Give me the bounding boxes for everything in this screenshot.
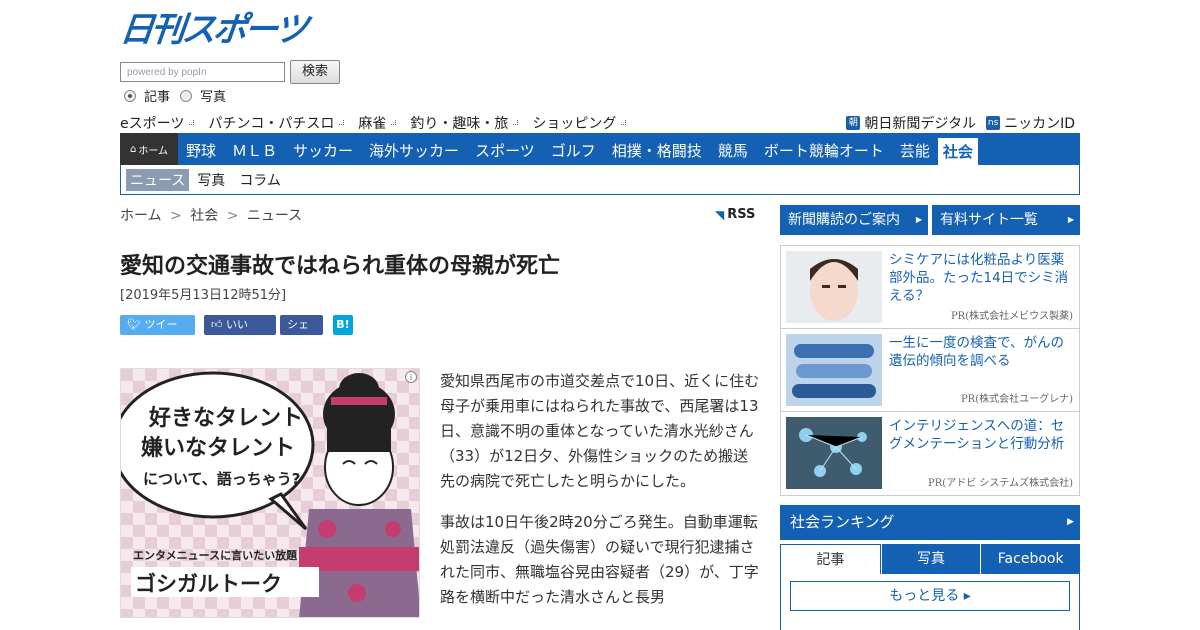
pr-credit: PR(アドビ システムズ株式会社) <box>928 478 1073 489</box>
article-title: 愛知の交通事故ではねられ重体の母親が死亡 <box>120 254 561 279</box>
facebook-like-button[interactable]: 👍︎ いいね！ <box>204 315 276 351</box>
tab-articles[interactable]: 記事 <box>780 544 881 574</box>
society-ranking-header[interactable]: 社会ランキング <box>780 505 1080 540</box>
pr-thumbnail-network <box>786 417 882 489</box>
nav-item-sports[interactable]: スポーツ <box>467 133 543 165</box>
tab-photos[interactable]: 写真 <box>881 544 981 574</box>
pr-title[interactable]: シミケアには化粧品より医薬部外品。たった14日でシミ消える？ <box>889 251 1075 305</box>
radio-photo-label: 写真 <box>200 90 227 105</box>
subnav-item[interactable]: eスポーツ <box>120 113 195 133</box>
search-input[interactable]: powered by popIn <box>120 62 285 82</box>
rss-link[interactable]: ◥ RSS <box>715 207 755 222</box>
nav-item-mlb[interactable]: ＭＬＢ <box>224 133 285 165</box>
rss-icon: ◥ <box>715 207 725 222</box>
article-body: 愛知県西尾市の市道交差点で10日、近くに住む母子が乗用車にはねられた事故で、西尾… <box>440 369 762 626</box>
sidebar-buttons: 新聞購読のご案内 有料サイト一覧 <box>780 205 1080 235</box>
svg-text:ゴシガルトーク: ゴシガルトーク <box>135 572 282 596</box>
ad-illustration: 好きなタレント 嫌いなタレント について、語っちゃう? エンタメニュースに言いた… <box>121 369 419 617</box>
subnav-item[interactable]: 釣り・趣味・旅 <box>410 113 519 133</box>
svg-text:嫌いなタレント: 嫌いなタレント <box>141 435 295 461</box>
breadcrumb-section[interactable]: 社会 <box>190 208 218 224</box>
pr-credit: PR(株式会社ユーグレナ) <box>960 394 1073 405</box>
pr-list: シミケアには化粧品より医薬部外品。たった14日でシミ消える？ PR(株式会社メビ… <box>780 245 1080 496</box>
ranking-body: もっと見る ▸ <box>780 574 1080 630</box>
svg-text:エンタメニュースに言いたい放題: エンタメニュースに言いたい放題 <box>133 548 298 562</box>
subnav-item[interactable]: 麻雀 <box>358 113 397 133</box>
nav-item-soccer[interactable]: サッカー <box>285 133 361 165</box>
subnav-item[interactable]: パチンコ・パチスロ <box>208 113 345 133</box>
asahi-digital-link[interactable]: 朝日新聞デジタル <box>864 113 976 133</box>
radio-photo[interactable] <box>180 89 193 102</box>
pr-title[interactable]: インテリジェンスへの道：セグメンテーションと行動分析 <box>889 417 1075 453</box>
paid-sites-button[interactable]: 有料サイト一覧 <box>932 205 1080 235</box>
nav-item-overseas-soccer[interactable]: 海外サッカー <box>361 133 467 165</box>
section-subnav: ニュース 写真 コラム <box>120 165 1080 195</box>
subnav-photo[interactable]: 写真 <box>197 170 225 190</box>
tweet-button[interactable]: 🐦︎ ツイート <box>120 315 195 351</box>
radio-article-label: 記事 <box>144 90 171 105</box>
article-paragraph: 事故は10日午後2時20分ごろ発生。自動車運転処罰法違反（過失傷害）の疑いで現行… <box>440 513 759 606</box>
subnav-news[interactable]: ニュース <box>126 168 190 191</box>
tab-facebook[interactable]: Facebook <box>981 544 1081 574</box>
pr-item[interactable]: 一生に一度の検査で、がんの遺伝的傾向を調べる PR(株式会社ユーグレナ) <box>781 329 1079 412</box>
share-buttons: 🐦︎ ツイート 👍︎ いいね！ シェア B! <box>120 315 362 351</box>
sub-navigation: eスポーツ パチンコ・パチスロ 麻雀 釣り・趣味・旅 ショッピング <box>120 113 640 133</box>
breadcrumb: ホーム > 社会 > ニュース <box>120 208 303 224</box>
ad-info-icon[interactable]: i <box>405 371 417 383</box>
pr-title[interactable]: 一生に一度の検査で、がんの遺伝的傾向を調べる <box>889 334 1075 370</box>
nav-home-label: ホーム <box>138 145 169 157</box>
nav-home[interactable]: ⌂ ホーム <box>120 133 178 165</box>
nikkan-id-link[interactable]: ニッカンID <box>1004 113 1075 133</box>
nav-item-society[interactable]: 社会 <box>937 138 978 165</box>
external-links: 朝 朝日新聞デジタル ns ニッカンID <box>846 113 1075 133</box>
nav-item-sumo[interactable]: 相撲・格闘技 <box>604 133 710 165</box>
twitter-icon: 🐦︎ <box>127 318 145 331</box>
breadcrumb-home[interactable]: ホーム <box>120 208 162 224</box>
nav-item-keiba[interactable]: 競馬 <box>710 133 756 165</box>
svg-text:好きなタレント: 好きなタレント <box>148 405 303 431</box>
home-icon: ⌂ <box>129 143 137 155</box>
nav-item-entertainment[interactable]: 芸能 <box>892 133 938 165</box>
main-navigation: ⌂ ホーム 野球 ＭＬＢ サッカー 海外サッカー スポーツ ゴルフ 相撲・格闘技… <box>120 133 1080 165</box>
nav-item-baseball[interactable]: 野球 <box>178 133 224 165</box>
article-paragraph: 愛知県西尾市の市道交差点で10日、近くに住む母子が乗用車にはねられた事故で、西尾… <box>440 372 760 490</box>
subnav-item[interactable]: ショッピング <box>532 113 627 133</box>
pr-thumbnail-capsules <box>786 334 882 406</box>
search-type-radios: 記事 写真 <box>124 86 236 105</box>
nikkan-id-icon: ns <box>986 116 1001 130</box>
pr-credit: PR(株式会社メビウス製薬) <box>950 311 1073 322</box>
newspaper-subscription-button[interactable]: 新聞購読のご案内 <box>780 205 928 235</box>
site-logo[interactable]: 日刊スポーツ <box>118 10 322 50</box>
ad-banner[interactable]: 好きなタレント 嫌いなタレント について、語っちゃう? エンタメニュースに言いた… <box>120 368 420 618</box>
see-more-button[interactable]: もっと見る ▸ <box>790 581 1070 611</box>
subnav-column[interactable]: コラム <box>239 170 281 190</box>
pr-item[interactable]: インテリジェンスへの道：セグメンテーションと行動分析 PR(アドビ システムズ株… <box>781 412 1079 495</box>
pr-thumbnail-face <box>786 251 882 323</box>
radio-article[interactable] <box>124 89 136 102</box>
hatena-bookmark-button[interactable]: B! <box>333 315 353 335</box>
article-date: [2019年5月13日12時51分] <box>120 288 287 303</box>
svg-text:について、語っちゃう?: について、語っちゃう? <box>143 470 301 488</box>
pr-item[interactable]: シミケアには化粧品より医薬部外品。たった14日でシミ消える？ PR(株式会社メビ… <box>781 246 1079 329</box>
search-button[interactable]: 検索 <box>290 60 340 84</box>
breadcrumb-current: ニュース <box>246 208 303 224</box>
nav-item-boat[interactable]: ボート競輪オート <box>756 133 892 165</box>
nav-item-golf[interactable]: ゴルフ <box>543 133 604 165</box>
thumbs-up-icon: 👍︎ <box>211 318 226 331</box>
asahi-icon: 朝 <box>846 116 861 130</box>
facebook-share-button[interactable]: シェア <box>280 315 323 351</box>
ranking-tabs: 記事 写真 Facebook <box>780 544 1081 574</box>
